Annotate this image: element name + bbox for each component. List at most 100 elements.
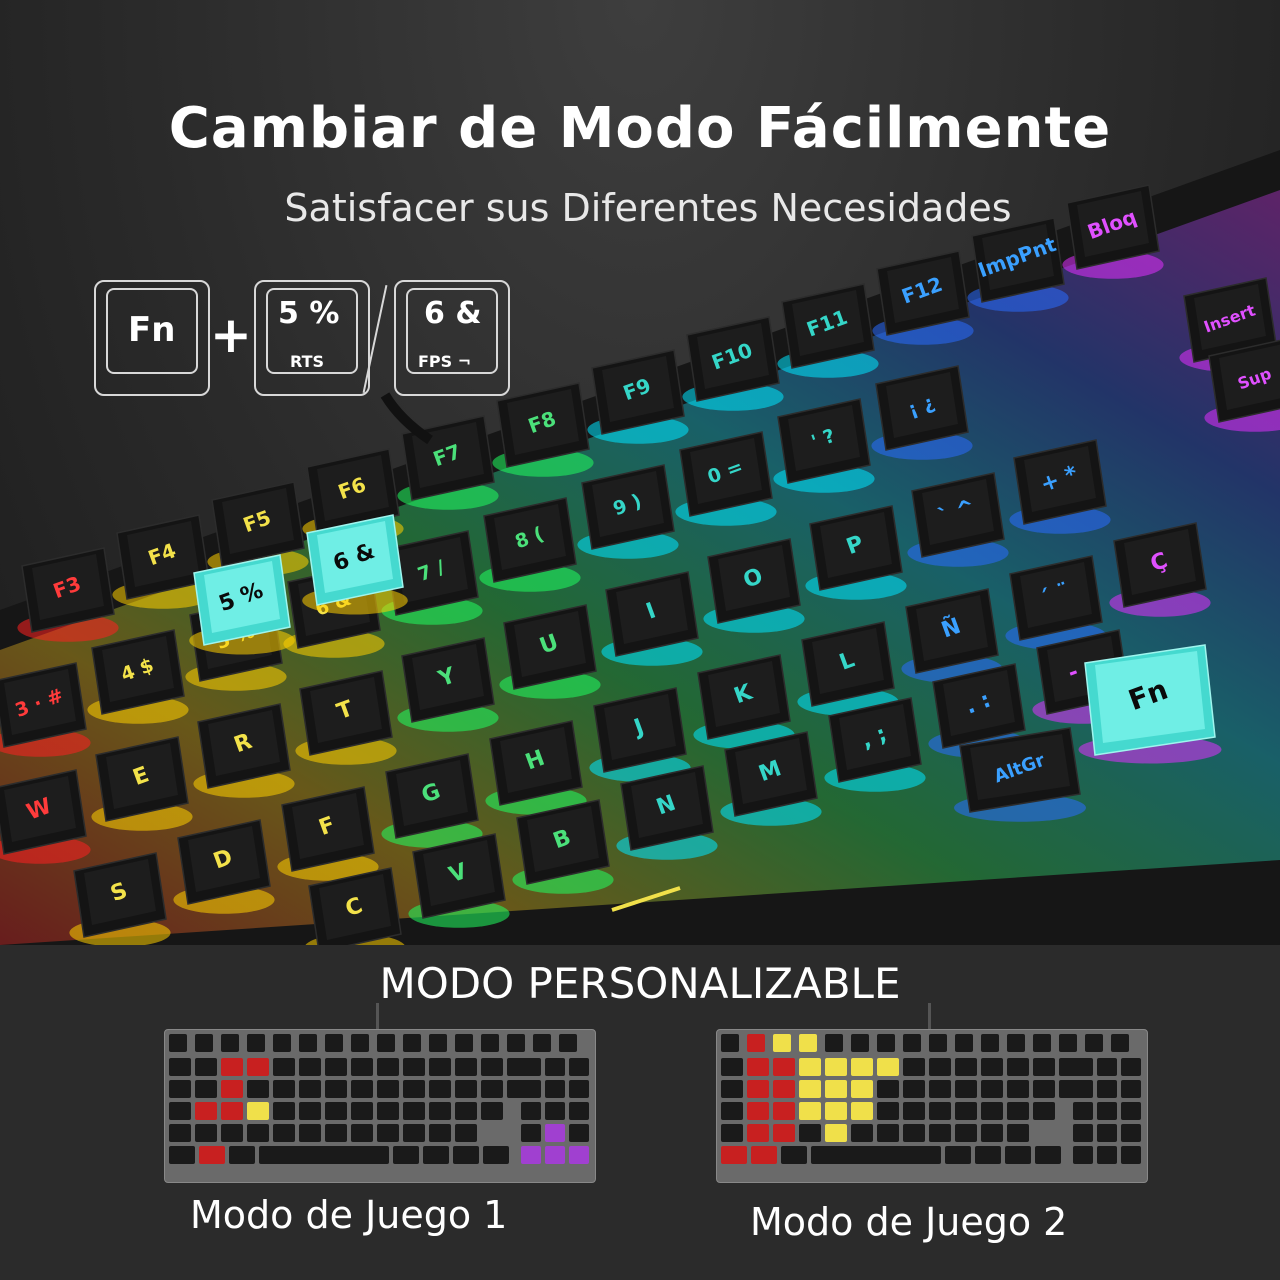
mini-key xyxy=(955,1102,977,1120)
mini-key xyxy=(221,1124,243,1142)
mini-key xyxy=(929,1034,947,1052)
mini-key xyxy=(429,1034,447,1052)
mini-key xyxy=(377,1058,399,1076)
mini-key xyxy=(247,1124,269,1142)
mini-key xyxy=(169,1146,195,1164)
mini-key xyxy=(929,1102,951,1120)
mini-key xyxy=(1007,1058,1029,1076)
mini-key xyxy=(325,1034,343,1052)
mini-key xyxy=(825,1058,847,1076)
mini-nav-key xyxy=(1097,1080,1117,1098)
mini-key xyxy=(955,1034,973,1052)
mini-key xyxy=(351,1034,369,1052)
mini-key xyxy=(955,1058,977,1076)
mini-key xyxy=(299,1058,321,1076)
mini-key xyxy=(781,1146,807,1164)
mini-key xyxy=(455,1058,477,1076)
mini-nav-key xyxy=(1097,1124,1117,1142)
mini-key xyxy=(877,1102,899,1120)
mini-key xyxy=(299,1124,321,1142)
key-fn-9: F12 xyxy=(872,250,974,345)
mini-key xyxy=(877,1058,899,1076)
mini-key xyxy=(799,1124,821,1142)
mini-nav-key xyxy=(569,1058,589,1076)
mini-key xyxy=(981,1034,999,1052)
mini-key xyxy=(1059,1034,1077,1052)
mode-1-label: Modo de Juego 1 xyxy=(190,1193,508,1237)
mini-key xyxy=(981,1102,1003,1120)
mini-key xyxy=(1007,1124,1029,1142)
mini-key xyxy=(221,1080,243,1098)
mini-keyboard-cable-1 xyxy=(376,1003,379,1031)
mini-key xyxy=(721,1102,743,1120)
mini-key xyxy=(877,1124,899,1142)
mini-key xyxy=(825,1124,847,1142)
mini-key xyxy=(851,1080,873,1098)
mini-key xyxy=(851,1034,869,1052)
mini-nav-key xyxy=(545,1102,565,1120)
mini-key xyxy=(955,1080,977,1098)
mini-key xyxy=(429,1058,451,1076)
mini-key xyxy=(945,1146,971,1164)
mini-key xyxy=(393,1146,419,1164)
mini-nav-key xyxy=(1121,1146,1141,1164)
mini-key xyxy=(481,1034,499,1052)
mini-key xyxy=(273,1124,295,1142)
custom-mode-section: MODO PERSONALIZABLE Modo de Juego 1 Modo… xyxy=(0,945,1280,1280)
mini-key xyxy=(273,1080,295,1098)
mini-nav-key xyxy=(569,1124,589,1142)
mini-key xyxy=(273,1102,295,1120)
mini-key xyxy=(851,1102,873,1120)
mini-key xyxy=(981,1058,1003,1076)
mini-nav-key xyxy=(1073,1124,1093,1142)
mini-nav-key xyxy=(545,1146,565,1164)
mode-2-label: Modo de Juego 2 xyxy=(750,1200,1068,1244)
mini-key xyxy=(1033,1102,1055,1120)
mini-key xyxy=(773,1102,795,1120)
mini-key xyxy=(229,1146,255,1164)
rts-key-main: 5 % xyxy=(278,296,340,331)
mini-key xyxy=(169,1080,191,1098)
mini-key xyxy=(799,1034,817,1052)
mini-key xyxy=(169,1058,191,1076)
mini-key xyxy=(377,1034,395,1052)
mini-nav-key xyxy=(1097,1102,1117,1120)
plus-sign: + xyxy=(210,306,252,364)
mini-keyboard-mode-1 xyxy=(164,1029,596,1183)
mini-key xyxy=(169,1102,191,1120)
mini-key xyxy=(1007,1102,1029,1120)
mini-key xyxy=(903,1080,925,1098)
mini-nav-key xyxy=(545,1058,565,1076)
mini-key xyxy=(773,1034,791,1052)
mini-key xyxy=(1007,1034,1025,1052)
mini-key xyxy=(747,1124,769,1142)
mini-nav-key xyxy=(545,1080,565,1098)
mini-key xyxy=(929,1058,951,1076)
key-q-0: W xyxy=(0,769,91,864)
mini-nav-key xyxy=(1073,1058,1093,1076)
mini-key xyxy=(247,1080,269,1098)
mini-key xyxy=(799,1102,821,1120)
key-combo: Fn + 5 % RTS 6 & FPS ¬ xyxy=(92,280,512,400)
mini-key xyxy=(481,1058,503,1076)
mini-key xyxy=(455,1102,477,1120)
mini-key xyxy=(195,1080,217,1098)
mini-key xyxy=(195,1058,217,1076)
mini-key xyxy=(1111,1034,1129,1052)
mini-nav-key xyxy=(521,1102,541,1120)
mini-key xyxy=(773,1124,795,1142)
mini-key xyxy=(455,1080,477,1098)
mini-key xyxy=(247,1034,265,1052)
rts-key-outline: 5 % RTS xyxy=(254,280,370,396)
mini-key xyxy=(423,1146,449,1164)
mini-key xyxy=(825,1080,847,1098)
fn-key-label: Fn xyxy=(128,310,176,350)
mini-key xyxy=(299,1080,321,1098)
mini-key xyxy=(169,1034,187,1052)
mini-key xyxy=(221,1102,243,1120)
mini-key xyxy=(533,1034,551,1052)
key-num-0: 3 · # xyxy=(0,662,91,757)
mini-key xyxy=(877,1034,895,1052)
mini-key xyxy=(877,1080,899,1098)
mini-key xyxy=(325,1124,347,1142)
